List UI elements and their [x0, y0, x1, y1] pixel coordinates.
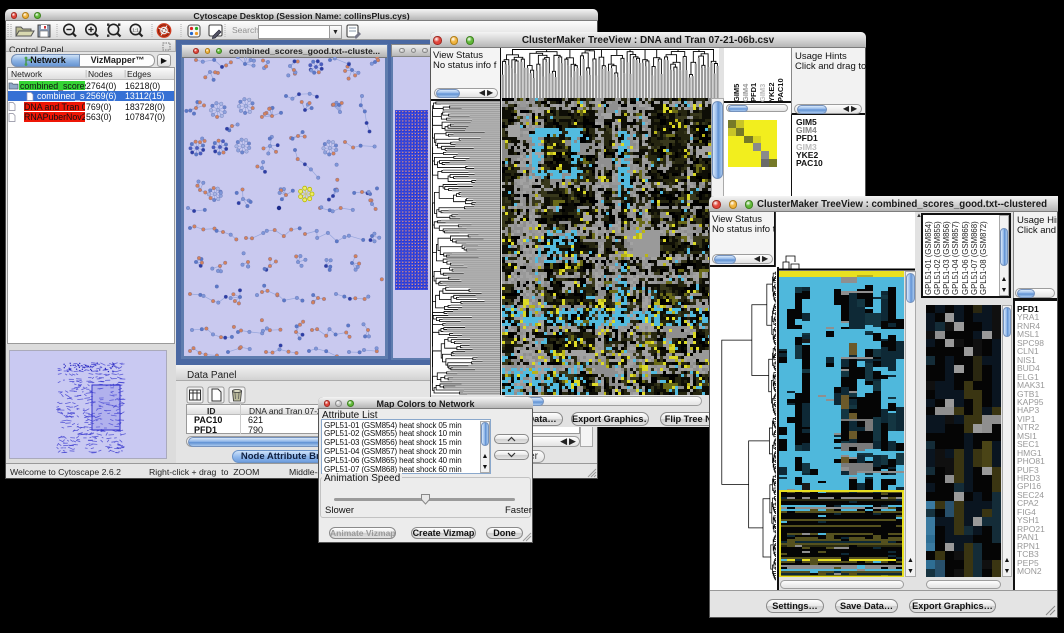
svg-text:Search:: Search:	[232, 25, 261, 35]
